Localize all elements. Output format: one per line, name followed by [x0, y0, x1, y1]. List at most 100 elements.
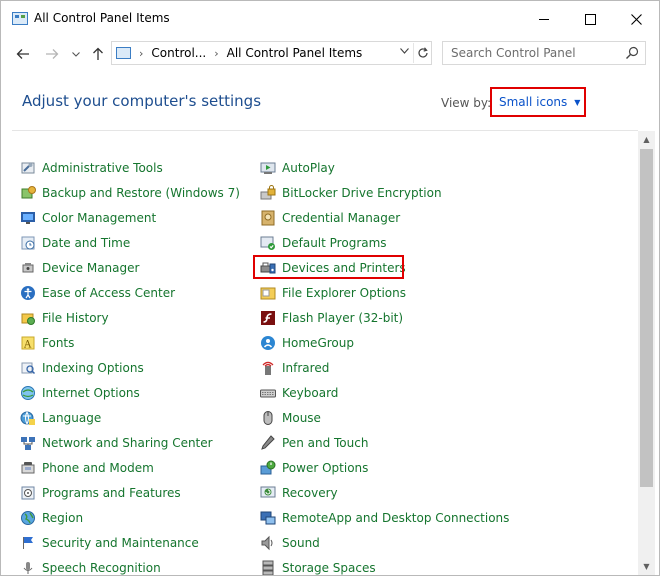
item-label[interactable]: Recovery: [282, 486, 338, 500]
view-by-value: Small icons: [499, 95, 568, 109]
item-label[interactable]: Ease of Access Center: [42, 286, 175, 300]
item-label[interactable]: Default Programs: [282, 236, 387, 250]
search-icon[interactable]: [625, 46, 639, 60]
file-history-icon: [20, 310, 36, 326]
item-label[interactable]: Indexing Options: [42, 361, 144, 375]
control-panel-item-language[interactable]: Language: [20, 408, 101, 428]
title-bar[interactable]: All Control Panel Items: [1, 1, 659, 37]
item-label[interactable]: Pen and Touch: [282, 436, 368, 450]
control-panel-item-mouse[interactable]: Mouse: [260, 408, 321, 428]
item-label[interactable]: Mouse: [282, 411, 321, 425]
control-panel-item-power-options[interactable]: Power Options: [260, 458, 368, 478]
control-panel-item-region[interactable]: Region: [20, 508, 83, 528]
control-panel-item-file-explorer-options[interactable]: File Explorer Options: [260, 283, 406, 303]
control-panel-item-date-and-time[interactable]: Date and Time: [20, 233, 130, 253]
control-panel-item-sound[interactable]: Sound: [260, 533, 320, 553]
control-panel-item-speech-recognition[interactable]: Speech Recognition: [20, 558, 161, 575]
control-panel-item-backup-and-restore-windows-7[interactable]: Backup and Restore (Windows 7): [20, 183, 240, 203]
item-label[interactable]: Color Management: [42, 211, 156, 225]
item-label[interactable]: AutoPlay: [282, 161, 335, 175]
maximize-button[interactable]: [567, 1, 613, 37]
programs-features-icon: [20, 485, 36, 501]
breadcrumb-control-panel[interactable]: Control...: [151, 46, 206, 60]
item-label[interactable]: Security and Maintenance: [42, 536, 199, 550]
up-button[interactable]: [87, 43, 109, 65]
item-label[interactable]: Flash Player (32-bit): [282, 311, 403, 325]
maximize-icon: [584, 13, 596, 25]
control-panel-item-storage-spaces[interactable]: Storage Spaces: [260, 558, 376, 575]
control-panel-item-administrative-tools[interactable]: Administrative Tools: [20, 158, 163, 178]
item-label[interactable]: Internet Options: [42, 386, 140, 400]
item-label[interactable]: Programs and Features: [42, 486, 181, 500]
item-label[interactable]: Power Options: [282, 461, 368, 475]
caret-down-icon: ▼: [574, 97, 581, 107]
control-panel-item-color-management[interactable]: Color Management: [20, 208, 156, 228]
item-label[interactable]: Date and Time: [42, 236, 130, 250]
control-panel-item-internet-options[interactable]: Internet Options: [20, 383, 140, 403]
back-button[interactable]: [12, 43, 34, 65]
ease-of-access-icon: [20, 285, 36, 301]
backup-restore-icon: [20, 185, 36, 201]
scroll-thumb[interactable]: [640, 149, 653, 487]
item-label[interactable]: Phone and Modem: [42, 461, 154, 475]
item-label[interactable]: BitLocker Drive Encryption: [282, 186, 442, 200]
scroll-down-button[interactable]: ▼: [638, 558, 655, 575]
item-label[interactable]: Sound: [282, 536, 320, 550]
speech-recognition-icon: [20, 560, 36, 575]
minimize-button[interactable]: [521, 1, 567, 37]
control-panel-item-fonts[interactable]: A Fonts: [20, 333, 74, 353]
control-panel-item-infrared[interactable]: Infrared: [260, 358, 329, 378]
control-panel-item-flash-player-32-bit[interactable]: Flash Player (32-bit): [260, 308, 403, 328]
item-label[interactable]: Infrared: [282, 361, 329, 375]
control-panel-item-credential-manager[interactable]: Credential Manager: [260, 208, 400, 228]
item-label[interactable]: File History: [42, 311, 109, 325]
scroll-up-button[interactable]: ▲: [638, 131, 655, 148]
recent-locations-button[interactable]: [65, 43, 87, 65]
up-arrow-icon: [93, 47, 103, 60]
item-label[interactable]: Region: [42, 511, 83, 525]
control-panel-item-security-and-maintenance[interactable]: Security and Maintenance: [20, 533, 199, 553]
control-panel-item-pen-and-touch[interactable]: Pen and Touch: [260, 433, 368, 453]
control-panel-item-file-history[interactable]: File History: [20, 308, 109, 328]
address-bar[interactable]: › Control... › All Control Panel Items: [111, 41, 432, 65]
item-label[interactable]: RemoteApp and Desktop Connections: [282, 511, 509, 525]
control-panel-item-network-and-sharing-center[interactable]: Network and Sharing Center: [20, 433, 213, 453]
item-label[interactable]: Credential Manager: [282, 211, 400, 225]
item-label[interactable]: Network and Sharing Center: [42, 436, 213, 450]
chevron-right-icon[interactable]: ›: [139, 47, 143, 60]
item-label[interactable]: Language: [42, 411, 101, 425]
item-label[interactable]: Keyboard: [282, 386, 338, 400]
vertical-scrollbar[interactable]: ▲ ▼: [638, 131, 655, 575]
item-label[interactable]: Fonts: [42, 336, 74, 350]
search-input[interactable]: [451, 45, 621, 61]
breadcrumb-all-items[interactable]: All Control Panel Items: [227, 46, 363, 60]
item-label[interactable]: HomeGroup: [282, 336, 354, 350]
address-dropdown-button[interactable]: [400, 47, 409, 57]
control-panel-item-programs-and-features[interactable]: Programs and Features: [20, 483, 181, 503]
control-panel-item-phone-and-modem[interactable]: Phone and Modem: [20, 458, 154, 478]
item-label[interactable]: Storage Spaces: [282, 561, 376, 575]
control-panel-item-default-programs[interactable]: Default Programs: [260, 233, 387, 253]
item-label[interactable]: Speech Recognition: [42, 561, 161, 575]
view-by-dropdown[interactable]: Small icons ▼: [490, 87, 586, 117]
control-panel-item-homegroup[interactable]: HomeGroup: [260, 333, 354, 353]
refresh-button[interactable]: [413, 43, 432, 63]
control-panel-item-remoteapp-and-desktop-connections[interactable]: RemoteApp and Desktop Connections: [260, 508, 509, 528]
item-label[interactable]: File Explorer Options: [282, 286, 406, 300]
item-label[interactable]: Administrative Tools: [42, 161, 163, 175]
control-panel-item-keyboard[interactable]: Keyboard: [260, 383, 338, 403]
search-box[interactable]: [442, 41, 646, 65]
view-by-label: View by:: [441, 96, 492, 110]
item-label[interactable]: Device Manager: [42, 261, 139, 275]
close-button[interactable]: [613, 1, 659, 37]
control-panel-item-indexing-options[interactable]: Indexing Options: [20, 358, 144, 378]
control-panel-item-recovery[interactable]: Recovery: [260, 483, 338, 503]
forward-button[interactable]: [41, 43, 63, 65]
control-panel-item-bitlocker-drive-encryption[interactable]: BitLocker Drive Encryption: [260, 183, 442, 203]
item-label[interactable]: Backup and Restore (Windows 7): [42, 186, 240, 200]
control-panel-item-autoplay[interactable]: AutoPlay: [260, 158, 335, 178]
chevron-right-icon[interactable]: ›: [214, 47, 218, 60]
pen-touch-icon: [260, 435, 276, 451]
control-panel-item-device-manager[interactable]: Device Manager: [20, 258, 139, 278]
control-panel-item-ease-of-access-center[interactable]: Ease of Access Center: [20, 283, 175, 303]
